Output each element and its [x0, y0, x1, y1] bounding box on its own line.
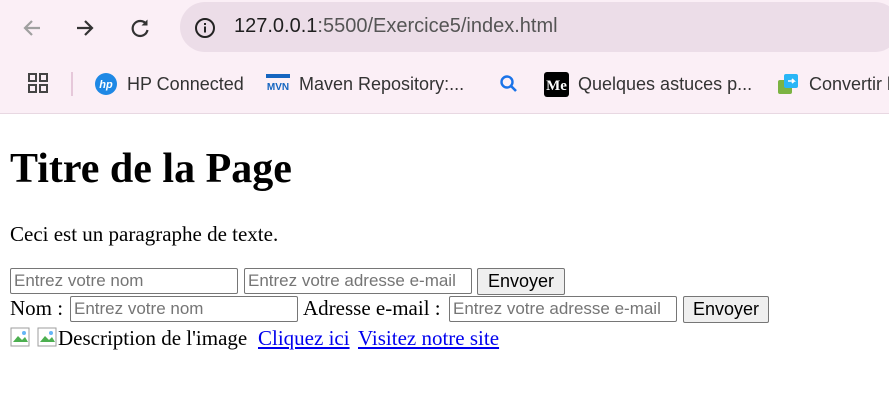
email-field-labeled[interactable] [449, 296, 677, 322]
click-here-link[interactable]: Cliquez ici [258, 326, 350, 351]
url-path: :5500/Exercice5/index.html [317, 15, 558, 37]
broken-image-icon [10, 327, 30, 347]
bookmark-convertir[interactable]: Convertir l [776, 70, 889, 98]
url-text[interactable]: 127.0.0.1:5500/Exercice5/index.html [234, 15, 558, 38]
bookmarks-separator [71, 72, 73, 96]
reload-button[interactable] [124, 12, 156, 44]
broken-image-icon [37, 327, 57, 347]
medium-logo-icon: Me [544, 71, 569, 97]
submit-button[interactable]: Envoyer [477, 268, 565, 295]
convert-icon [776, 72, 800, 96]
site-info-button[interactable] [190, 13, 220, 43]
name-input[interactable] [10, 268, 238, 294]
bookmark-search[interactable] [499, 70, 528, 98]
mvn-logo-icon: MVN [266, 74, 290, 94]
intro-paragraph: Ceci est un paragraphe de texte. [10, 222, 279, 246]
bookmark-label: HP Connected [127, 73, 244, 94]
info-icon [195, 18, 215, 38]
svg-text:MVN: MVN [267, 82, 289, 93]
svg-text:Me: Me [546, 78, 567, 94]
svg-text:hp: hp [99, 79, 113, 91]
bookmark-hp-connected[interactable]: hp HP Connected [94, 70, 244, 98]
bookmark-maven-repository[interactable]: MVN Maven Repository:... [266, 70, 464, 98]
image-alt-text: Description de l'image [58, 326, 248, 350]
url-host: 127.0.0.1 [234, 15, 318, 37]
bookmark-quelques-astuces[interactable]: Me Quelques astuces p... [544, 70, 752, 98]
search-icon [499, 74, 519, 94]
back-button[interactable] [16, 12, 48, 44]
submit-button-2[interactable]: Envoyer [683, 296, 769, 323]
arrow-right-icon [77, 20, 94, 36]
page-title: Titre de la Page [10, 146, 292, 192]
bookmarks-bar: hp HP Connected MVN Maven Repository:...… [0, 56, 889, 114]
bookmark-label: Convertir l [809, 73, 889, 94]
email-input[interactable] [244, 268, 472, 294]
arrow-left-icon [23, 20, 40, 36]
hp-logo-icon: hp [94, 72, 118, 96]
bookmark-label: Maven Repository:... [299, 73, 465, 94]
name-field-labeled[interactable] [70, 296, 298, 322]
bookmark-label: Quelques astuces p... [578, 73, 753, 94]
email-label: Adresse e-mail : [303, 296, 441, 320]
apps-grid-icon[interactable] [27, 72, 49, 99]
browser-toolbar: 127.0.0.1:5500/Exercice5/index.html [0, 0, 889, 56]
name-label: Nom : [10, 296, 64, 320]
reload-icon [131, 19, 149, 38]
visit-site-link[interactable]: Visitez notre site [358, 326, 499, 351]
forward-button[interactable] [69, 12, 101, 44]
